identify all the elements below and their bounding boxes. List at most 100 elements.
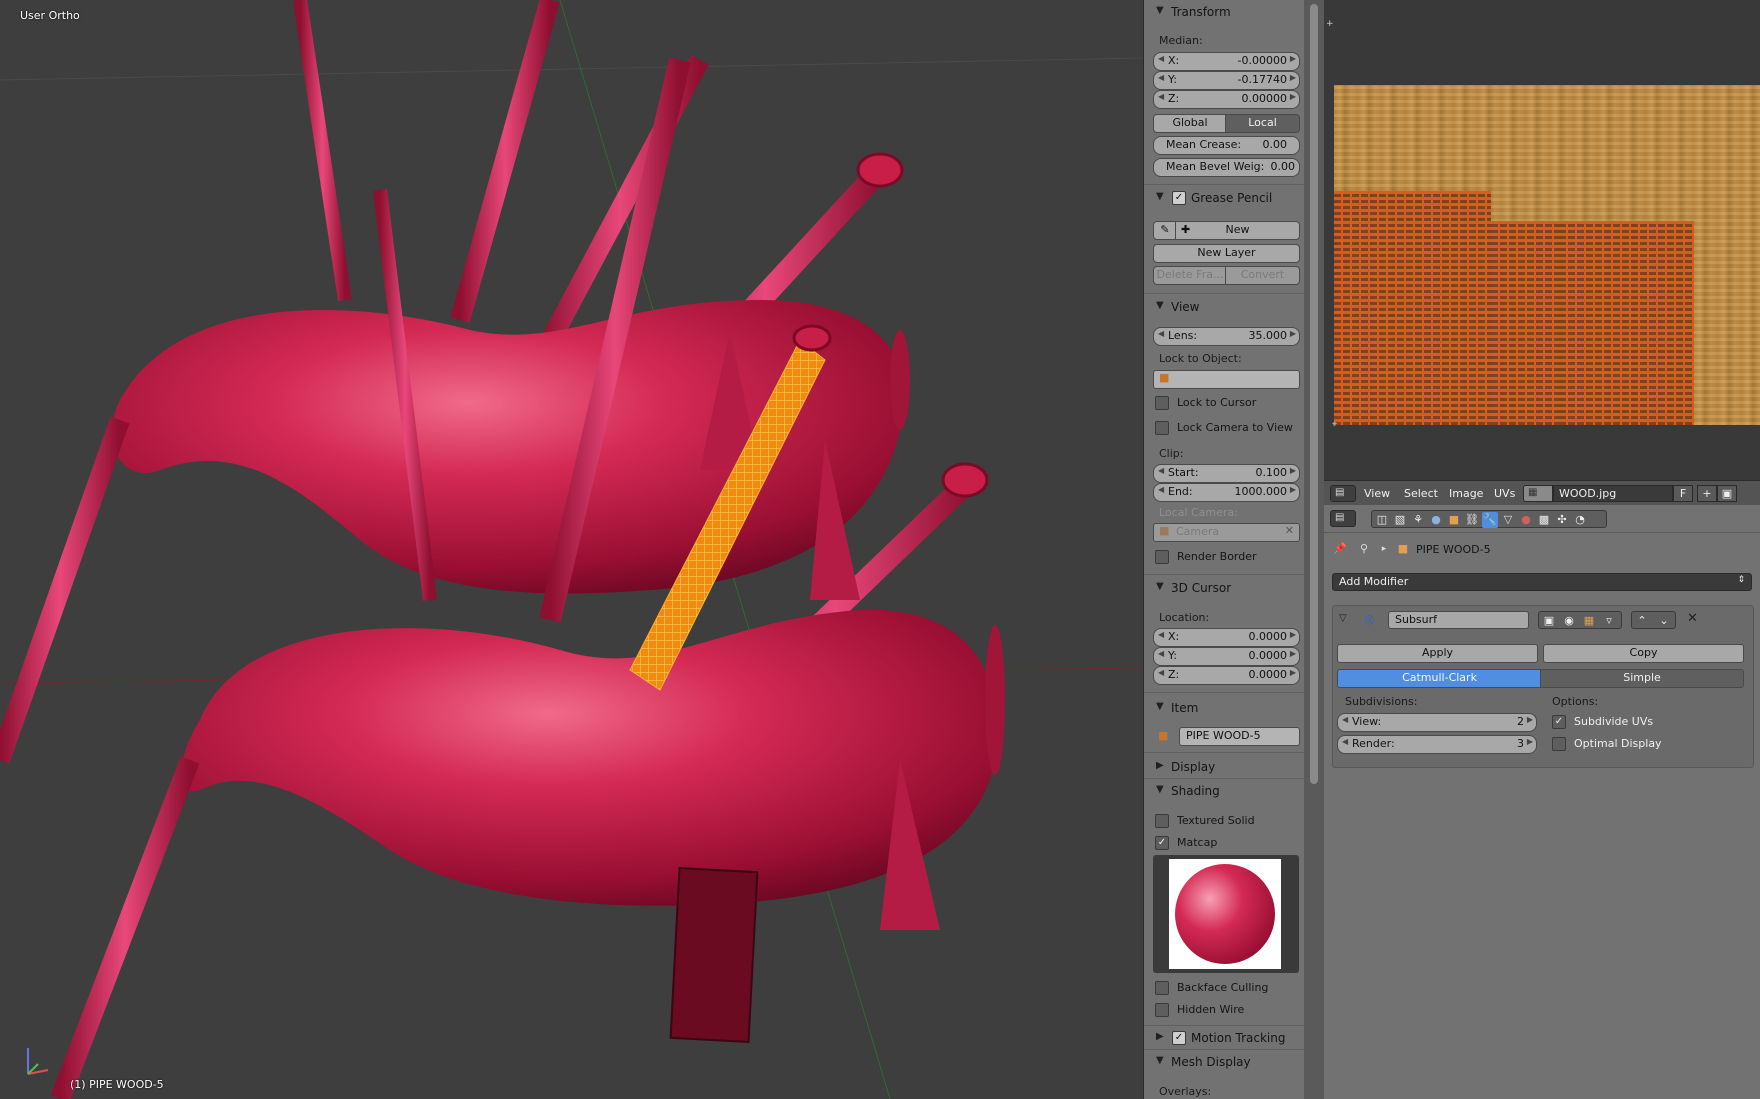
subdiv-render-field[interactable]: ◀ Render: 3 ▶ <box>1337 735 1537 754</box>
uv-image-editor[interactable]: + ⌖ <box>1324 0 1760 480</box>
new-image-plus-icon[interactable]: + <box>1697 485 1717 502</box>
clip-start-field[interactable]: ◀ Start: 0.100 ▶ <box>1153 464 1300 483</box>
cursor-y-field[interactable]: ◀ Y: 0.0000 ▶ <box>1153 647 1300 666</box>
editor-type-icon[interactable]: ▤ <box>1330 485 1356 502</box>
camera-icon: ■ <box>1159 524 1170 537</box>
transform-panel-header[interactable]: ▼ Transform <box>1144 2 1305 22</box>
open-image-folder-icon[interactable]: ▣ <box>1717 485 1737 502</box>
motion-tracking-panel-header[interactable]: ▶ ✓ Motion Tracking <box>1144 1028 1305 1048</box>
sidebar-scrollbar[interactable] <box>1304 0 1324 1099</box>
close-icon[interactable]: ✕ <box>1687 611 1698 626</box>
data-tab-icon[interactable]: ▽ <box>1500 512 1516 528</box>
particles-tab-icon[interactable]: ✣ <box>1554 512 1570 528</box>
median-label: Median: <box>1159 34 1203 47</box>
updown-arrows-icon: ⇕ <box>1737 575 1745 585</box>
convert-button[interactable]: Convert <box>1225 266 1300 285</box>
menu-view[interactable]: View <box>1364 487 1390 500</box>
world-tab-icon[interactable]: ● <box>1428 512 1444 528</box>
move-down-icon[interactable]: ⌄ <box>1656 613 1672 629</box>
image-name-field[interactable]: WOOD.jpg <box>1553 485 1673 502</box>
image-browse-icon[interactable]: ▦ <box>1523 485 1553 502</box>
expand-triangle-icon: ▼ <box>1156 191 1164 202</box>
new-layer-button[interactable]: New Layer <box>1153 244 1300 263</box>
pencil-icon[interactable]: ✎ <box>1153 221 1177 240</box>
clip-end-field[interactable]: ◀ End: 1000.000 ▶ <box>1153 483 1300 502</box>
catmull-clark-toggle[interactable]: Catmull-Clark <box>1337 669 1542 688</box>
uv-island-1[interactable] <box>1334 191 1491 425</box>
uv-island-3[interactable] <box>1559 221 1694 425</box>
cursor-z-field[interactable]: ◀ Z: 0.0000 ▶ <box>1153 666 1300 685</box>
apply-button[interactable]: Apply <box>1337 644 1538 663</box>
matcap-preview[interactable] <box>1153 855 1299 973</box>
editmode-icon[interactable]: ▦ <box>1581 613 1597 629</box>
render-layers-tab-icon[interactable]: ▧ <box>1392 512 1408 528</box>
display-panel-header[interactable]: ▶ Display <box>1144 757 1305 777</box>
clear-x-icon[interactable]: ✕ <box>1285 524 1294 537</box>
constraints-tab-icon[interactable]: ⛓ <box>1464 512 1480 528</box>
lock-object-field[interactable]: ■ <box>1153 370 1300 389</box>
move-up-icon[interactable]: ⌃ <box>1634 613 1650 629</box>
menu-select[interactable]: Select <box>1404 487 1438 500</box>
breadcrumb-object-name: PIPE WOOD-5 <box>1416 543 1491 556</box>
mean-bevel-field[interactable]: Mean Bevel Weig: 0.00 <box>1153 158 1300 177</box>
simple-toggle[interactable]: Simple <box>1540 669 1744 688</box>
uv-cursor-icon[interactable]: ⌖ <box>1332 420 1342 450</box>
median-z-field[interactable]: ◀ Z: 0.00000 ▶ <box>1153 90 1300 109</box>
grease-pencil-enable-checkbox[interactable]: ✓ <box>1172 191 1186 205</box>
modifier-name-field[interactable]: Subsurf <box>1388 611 1529 629</box>
lens-field[interactable]: ◀ Lens: 35.000 ▶ <box>1153 327 1300 346</box>
plus-icon: ✚ <box>1181 223 1191 236</box>
modifiers-wrench-icon[interactable]: 🔧 <box>1482 512 1498 528</box>
copy-button[interactable]: Copy <box>1543 644 1744 663</box>
viewport-eye-icon[interactable]: ◉ <box>1561 613 1577 629</box>
modifier-visibility-toggles: ▣ ◉ ▦ ▿ <box>1538 611 1622 629</box>
view-panel-header[interactable]: ▼ View <box>1144 297 1305 317</box>
local-camera-field[interactable]: ■ Camera ✕ <box>1153 523 1300 542</box>
location-label: Location: <box>1159 611 1210 624</box>
pin-icon[interactable]: 📌 <box>1332 541 1348 557</box>
editor-type-icon[interactable]: ▤ <box>1330 510 1356 527</box>
local-toggle[interactable]: Local <box>1225 114 1300 133</box>
median-y-field[interactable]: ◀ Y: -0.17740 ▶ <box>1153 71 1300 90</box>
wood-texture-image <box>1334 85 1760 425</box>
expand-triangle-icon: ▼ <box>1156 784 1164 795</box>
item-panel-header[interactable]: ▼ Item <box>1144 698 1305 718</box>
menu-image[interactable]: Image <box>1449 487 1483 500</box>
cage-icon[interactable]: ▿ <box>1601 613 1617 629</box>
subdivisions-label: Subdivisions: <box>1345 695 1418 708</box>
object-name-field[interactable]: PIPE WOOD-5 <box>1179 727 1300 746</box>
material-tab-icon[interactable]: ● <box>1518 512 1534 528</box>
median-x-field[interactable]: ◀ X: -0.00000 ▶ <box>1153 52 1300 71</box>
plus-icon[interactable]: + <box>1326 20 1334 29</box>
render-camera-icon[interactable]: ▣ <box>1541 613 1557 629</box>
object-cube-icon: ■ <box>1159 371 1170 384</box>
subsurf-modifier-icon: ◎ <box>1364 612 1375 626</box>
3d-viewport[interactable]: User Ortho (1) PIPE WOOD-5 <box>0 0 1143 1099</box>
mean-crease-field[interactable]: Mean Crease: 0.00 <box>1153 136 1300 155</box>
fake-user-button[interactable]: F <box>1673 485 1693 502</box>
shading-panel-header[interactable]: ▼ Shading <box>1144 781 1305 801</box>
cursor-x-field[interactable]: ◀ X: 0.0000 ▶ <box>1153 628 1300 647</box>
local-camera-label: Local Camera: <box>1159 506 1238 519</box>
grease-pencil-panel-header[interactable]: ▼ ✓ Grease Pencil <box>1144 188 1305 208</box>
render-tab-icon[interactable]: ◫ <box>1374 512 1390 528</box>
subdiv-view-field[interactable]: ◀ View: 2 ▶ <box>1337 713 1537 732</box>
delete-frame-button[interactable]: Delete Fra... <box>1153 266 1227 285</box>
new-grease-pencil-button[interactable]: ✚ New <box>1175 221 1300 240</box>
expand-triangle-icon: ▼ <box>1156 300 1164 311</box>
matcap-sphere-icon <box>1175 864 1275 964</box>
object-tab-icon[interactable]: ■ <box>1446 512 1462 528</box>
physics-tab-icon[interactable]: ◔ <box>1572 512 1588 528</box>
scene-tab-icon[interactable]: ⚘ <box>1410 512 1426 528</box>
3d-cursor-panel-header[interactable]: ▼ 3D Cursor <box>1144 578 1305 598</box>
motion-tracking-checkbox[interactable]: ✓ <box>1172 1031 1186 1045</box>
options-label: Options: <box>1552 695 1599 708</box>
uv-island-2[interactable] <box>1491 221 1559 425</box>
add-modifier-dropdown[interactable]: Add Modifier ⇕ <box>1332 573 1752 591</box>
collapse-triangle-icon[interactable]: ▽ <box>1339 613 1347 624</box>
mesh-display-panel-header[interactable]: ▼ Mesh Display <box>1144 1052 1305 1072</box>
global-toggle[interactable]: Global <box>1153 114 1227 133</box>
context-tab-bar: ◫ ▧ ⚘ ● ■ ⛓ 🔧 ▽ ● ▩ ✣ ◔ <box>1371 510 1607 528</box>
menu-uvs[interactable]: UVs <box>1494 487 1515 500</box>
texture-tab-icon[interactable]: ▩ <box>1536 512 1552 528</box>
